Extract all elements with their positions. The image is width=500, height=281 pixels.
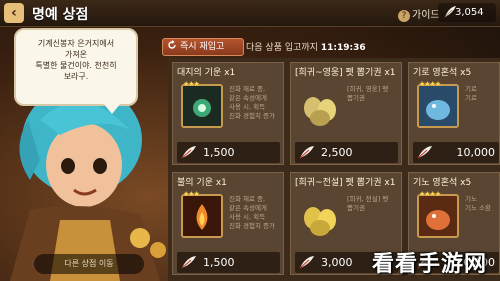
- next-restock-time: 11:19:36: [320, 43, 366, 53]
- restock-label: 즉시 재입고: [180, 42, 225, 52]
- currency-value: 3,054: [455, 7, 484, 18]
- refresh-icon: [168, 40, 176, 49]
- guide-button[interactable]: ? 가이드: [398, 6, 440, 22]
- item-title: 기노 영혼석 x5: [413, 178, 472, 188]
- item-title: 대지의 기운 x1: [177, 68, 236, 78]
- other-shop-label: 다른 상점 이동: [64, 259, 114, 268]
- rarity-stars: ★★★★: [419, 80, 441, 88]
- rarity-stars: ★★★★: [419, 190, 441, 198]
- feather-icon: [299, 256, 314, 269]
- item-price: 3,000: [321, 256, 353, 269]
- item-title: 불의 기운 x1: [177, 178, 227, 188]
- other-shop-button[interactable]: 다른 상점 이동: [34, 254, 144, 274]
- feather-icon: [181, 256, 196, 269]
- speech-line: 보라구.: [63, 72, 89, 81]
- rarity-stars: ★★★: [183, 190, 200, 198]
- item-price: 2,500: [321, 146, 353, 159]
- item-image: [417, 84, 459, 128]
- restock-button[interactable]: 즉시 재입고: [162, 38, 244, 56]
- next-restock-label: 다음 상품 입고까지: [246, 43, 318, 53]
- item-price: 1,500: [203, 256, 235, 269]
- shop-item-card[interactable]: [희귀~영웅] 펫 뽑기권 x1 [희귀, 영웅] 펫 뽑기권 2,500: [290, 62, 402, 165]
- item-price: 10,000: [456, 146, 496, 159]
- item-price: 1,500: [203, 146, 235, 159]
- item-image: [181, 84, 223, 128]
- item-title: [희귀~영웅] 펫 뽑기권 x1: [295, 68, 396, 78]
- item-image: [299, 84, 341, 128]
- speech-line: 기계신봉자 은거지에서: [37, 39, 115, 48]
- help-icon: ?: [398, 10, 410, 22]
- rarity-stars: ★★★: [183, 80, 200, 88]
- shop-item-card[interactable]: 기로 영혼석 x5 ★★★★ 기로 기로 10,000: [408, 62, 500, 165]
- speech-bubble: 기계신봉자 은거지에서 가져온 특별한 물건이야. 천천히 보라구.: [14, 28, 138, 114]
- price-button[interactable]: 1,500: [177, 142, 280, 163]
- feather-icon: [181, 146, 196, 159]
- item-description: 진화 재료 중, 같은 속성에게 사용 시, 획득 진화 경험치 증가: [229, 195, 275, 230]
- guide-label: 가이드: [412, 10, 440, 21]
- top-bar: ‹ 명예 상점 ? 가이드 3,054: [0, 0, 500, 27]
- item-description: 진화 재료 중, 같은 속성에게 사용 시, 획득 진화 경험치 증가: [229, 85, 275, 120]
- item-image: [417, 194, 459, 238]
- price-button[interactable]: 1,500: [177, 252, 280, 273]
- item-description: [희귀, 영웅] 펫 뽑기권: [347, 85, 389, 102]
- shop-item-card[interactable]: 대지의 기운 x1 ★★★ 진화 재료 중, 같은 속성에게 사용 시, 획득 진화 …: [172, 62, 284, 165]
- price-button[interactable]: 2,500: [295, 142, 398, 163]
- price-button[interactable]: 10,000: [413, 142, 499, 163]
- feather-icon: [417, 146, 432, 159]
- next-restock-timer: 다음 상품 입고까지 11:19:36: [246, 40, 366, 53]
- item-image: [299, 194, 341, 238]
- page-title: 명예 상점: [32, 7, 89, 23]
- item-description: 기로 기로: [465, 85, 477, 102]
- feather-icon: [299, 146, 314, 159]
- item-title: 기로 영혼석 x5: [413, 68, 472, 78]
- speech-line: 특별한 물건이야. 천천히: [35, 61, 117, 70]
- back-arrow-icon[interactable]: ‹: [4, 3, 24, 23]
- item-description: 기노 기노 소환: [465, 195, 491, 212]
- item-title: [희귀~전설] 펫 뽑기권 x1: [295, 178, 396, 188]
- speech-line: 가져온: [64, 50, 88, 59]
- watermark: 看看手游网: [372, 252, 488, 277]
- item-description: [희귀, 전설] 펫 뽑기권: [347, 195, 389, 212]
- item-image: [181, 194, 223, 238]
- shop-item-card[interactable]: 불의 기운 x1 ★★★ 진화 재료 중, 같은 속성에게 사용 시, 획득 진화 경…: [172, 172, 284, 275]
